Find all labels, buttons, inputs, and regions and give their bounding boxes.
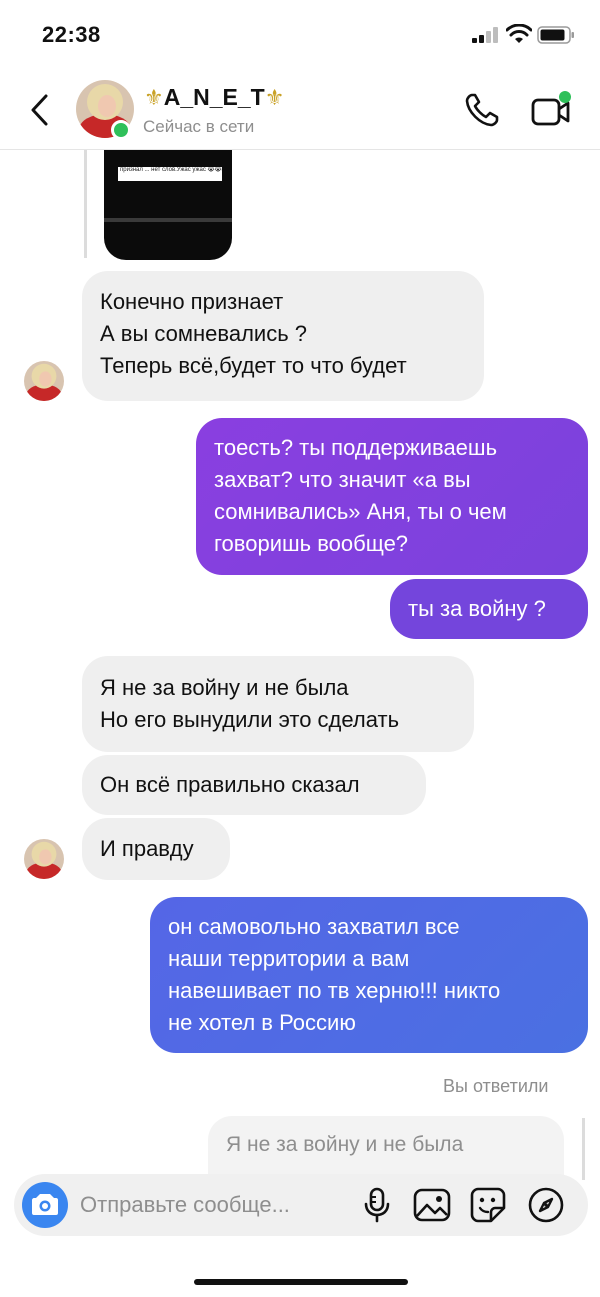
- message-bubble[interactable]: Конечно признает А вы сомневались ? Тепе…: [82, 271, 484, 401]
- online-indicator: [111, 120, 131, 140]
- message-line: тоесть? ты поддерживаешь: [214, 435, 498, 460]
- message-line: ты за войну ?: [408, 596, 546, 621]
- message-line: Он всё правильно сказал: [100, 772, 360, 797]
- message-line: говоришь вообще?: [214, 531, 409, 556]
- message-bubble[interactable]: Я не за войну и не была Но его вынудили …: [82, 656, 474, 752]
- message-line: навешивает по тв херню!!! никто: [168, 978, 501, 1003]
- status-bar: 22:38: [0, 0, 600, 72]
- reply-preview[interactable]: Я не за войну и не была: [208, 1116, 564, 1182]
- status-time: 22:38: [42, 22, 101, 47]
- image-icon[interactable]: [413, 1187, 451, 1223]
- message-bubble[interactable]: И правду: [82, 818, 230, 880]
- message-line: Я не за войну и не была: [100, 675, 349, 700]
- sticker-icon[interactable]: [469, 1186, 507, 1224]
- message-line: наши территории а вам: [168, 946, 410, 971]
- message-composer: [14, 1174, 588, 1236]
- message-bubble[interactable]: он самовольно захватил все наши территор…: [150, 897, 588, 1053]
- message-bubble[interactable]: Он всё правильно сказал: [82, 755, 426, 815]
- battery-icon: [537, 26, 574, 44]
- avatar-photo: [24, 839, 64, 879]
- chat-header: ⚜A_N_E_T⚜ Сейчас в сети: [0, 72, 600, 150]
- contact-avatar-small[interactable]: [24, 361, 64, 401]
- reply-indicator-line: [582, 1118, 585, 1180]
- reply-indicator-line: [84, 150, 87, 258]
- avatar-photo: [24, 361, 64, 401]
- message-bubble[interactable]: тоесть? ты поддерживаешь захват? что зна…: [196, 418, 588, 575]
- message-line: Теперь всё,будет то что будет: [100, 353, 407, 378]
- fleur-de-lis-icon: ⚜: [264, 85, 285, 110]
- story-divider: [104, 218, 232, 222]
- story-reply-thumbnail[interactable]: признал ... нет слов.Ужас ужас 😭😭меня тр…: [104, 150, 232, 260]
- camera-button[interactable]: [22, 1182, 68, 1228]
- chevron-left-icon[interactable]: [26, 92, 54, 128]
- camera-icon: [32, 1194, 58, 1215]
- contact-status: Сейчас в сети: [143, 117, 255, 136]
- message-line: захват? что значит «а вы: [214, 467, 471, 492]
- replied-label: Вы ответили: [443, 1076, 549, 1096]
- wifi-icon: [506, 24, 532, 43]
- reply-preview-text: Я не за войну и не была: [226, 1133, 464, 1156]
- message-line: не хотел в Россию: [168, 1010, 356, 1035]
- cellular-signal-icon: [472, 27, 498, 43]
- message-line: сомнивались» Аня, ты о чем: [214, 499, 507, 524]
- message-line: Но его вынудили это сделать: [100, 707, 400, 732]
- home-indicator[interactable]: [194, 1279, 408, 1285]
- contact-avatar-small[interactable]: [24, 839, 64, 879]
- phone-icon[interactable]: [464, 92, 500, 128]
- story-caption: признал ... нет слов.Ужас ужас 😭😭меня тр…: [118, 167, 222, 181]
- message-line: он самовольно захватил все: [168, 914, 460, 939]
- message-input[interactable]: [80, 1191, 350, 1219]
- fleur-de-lis-icon: ⚜: [144, 85, 164, 110]
- message-line: А вы сомневались ?: [100, 321, 308, 346]
- message-line: Конечно признает: [100, 289, 284, 314]
- message-line: И правду: [100, 836, 194, 861]
- compass-icon[interactable]: [527, 1186, 565, 1224]
- contact-name[interactable]: ⚜A_N_E_T⚜: [144, 84, 284, 111]
- microphone-icon[interactable]: [360, 1186, 394, 1224]
- video-call-icon[interactable]: [530, 90, 572, 130]
- contact-name-text: A_N_E_T: [163, 84, 265, 110]
- message-bubble[interactable]: ты за войну ?: [390, 579, 588, 639]
